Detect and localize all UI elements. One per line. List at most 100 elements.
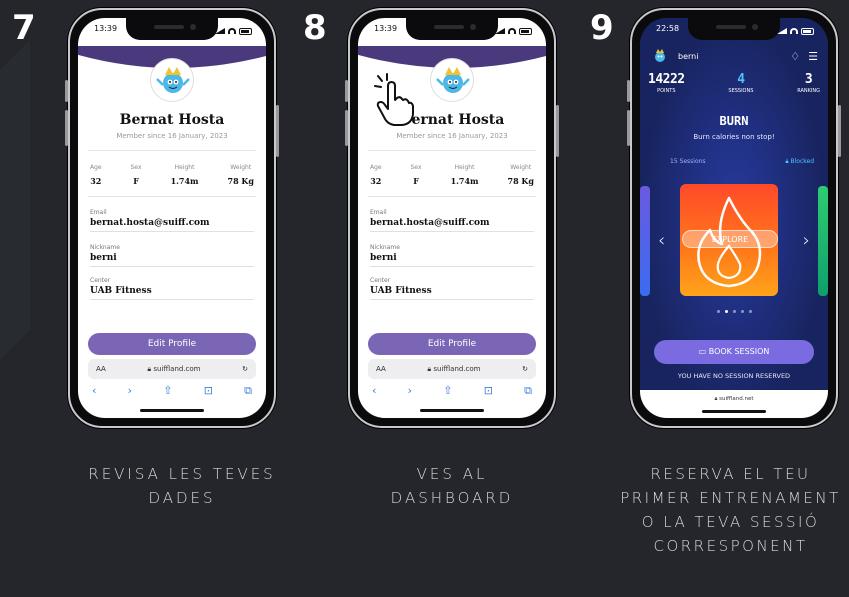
stat-label: Height xyxy=(454,164,475,171)
stat-value: 78 Kg xyxy=(227,176,254,186)
carousel-card-prev[interactable] xyxy=(640,186,650,296)
member-since: Member since 16 January, 2023 xyxy=(396,132,508,140)
phone-mockup: 22:58 berni ♢ ☰ 14222 POINTS 4 SESSIONS 3R… xyxy=(627,8,841,428)
step-caption: VES AL DASHBOARD xyxy=(390,465,514,507)
center-field[interactable]: Center UAB Fitness xyxy=(90,277,254,300)
points-value: 14222 xyxy=(648,72,685,87)
edit-profile-button[interactable]: Edit Profile xyxy=(368,333,536,355)
reload-icon[interactable]: ↻ xyxy=(242,365,248,373)
mascot-icon xyxy=(436,67,470,93)
carousel-card-next[interactable] xyxy=(818,186,828,296)
stat-label: Sex xyxy=(410,164,422,171)
stat-label: Age xyxy=(90,164,102,171)
profile-screen: 13:39 Bernat Hosta Member since 16 Janua… xyxy=(78,18,266,418)
chevron-right-icon[interactable]: › xyxy=(803,230,810,251)
sessions-count: 15 Sessions xyxy=(670,158,706,165)
avatar[interactable] xyxy=(150,58,194,102)
step-number: 9 xyxy=(590,8,614,48)
activity-title: BURN xyxy=(719,114,749,128)
edit-profile-button[interactable]: Edit Profile xyxy=(88,333,256,355)
share-icon[interactable]: ⇧ xyxy=(163,384,172,400)
carousel-dot[interactable] xyxy=(748,310,752,313)
step-caption: RESERVA EL TEU PRIMER ENTRENAMENT O LA T… xyxy=(620,465,841,555)
status-time: 13:39 xyxy=(94,24,118,33)
menu-icon[interactable]: ☰ xyxy=(808,50,818,63)
forward-icon[interactable]: › xyxy=(408,384,412,400)
bookmarks-icon[interactable]: ⊡ xyxy=(204,384,213,400)
username: berni xyxy=(678,51,699,61)
step-caption: REVISA LES TEVES DADES xyxy=(88,465,276,507)
back-icon[interactable]: ‹ xyxy=(92,384,96,400)
chevron-left-icon[interactable]: ‹ xyxy=(658,230,665,251)
reload-icon[interactable]: ↻ xyxy=(522,365,528,373)
stat-label: Sex xyxy=(130,164,142,171)
no-session-text: YOU HAVE NO SESSION RESERVED xyxy=(677,372,791,380)
battery-icon xyxy=(519,27,532,35)
center-field[interactable]: Center UAB Fitness xyxy=(370,277,534,300)
dashboard-header: berni ♢ ☰ xyxy=(650,46,818,66)
browser-address-bar[interactable]: AA 🔒︎ suiffland.com ↻ xyxy=(368,359,536,379)
avatar[interactable] xyxy=(430,58,474,102)
carousel-dot[interactable] xyxy=(724,310,728,313)
email-field[interactable]: Email bernat.hosta@suiff.com xyxy=(370,209,534,232)
stat-value: 32 xyxy=(370,176,382,186)
browser-toolbar: ‹ › ⇧ ⊡ ⧉ xyxy=(92,384,252,400)
step-number: 8 xyxy=(303,8,327,48)
tabs-icon[interactable]: ⧉ xyxy=(524,384,532,400)
text-size-button[interactable]: AA xyxy=(376,365,386,373)
tabs-icon[interactable]: ⧉ xyxy=(244,384,252,400)
stat-label: Height xyxy=(174,164,195,171)
url-text: suiffland.com xyxy=(433,364,481,373)
nickname-field[interactable]: Nickname berni xyxy=(370,244,534,267)
lock-icon: 🔒︎ xyxy=(147,364,152,373)
stat-value: 32 xyxy=(90,176,102,186)
lock-icon: 🔒︎ xyxy=(427,364,432,373)
bookmarks-icon[interactable]: ⊡ xyxy=(484,384,493,400)
email-field[interactable]: Email bernat.hosta@suiff.com xyxy=(90,209,254,232)
mascot-icon xyxy=(156,67,190,93)
bell-icon[interactable]: ♢ xyxy=(790,50,800,63)
browser-address-bar[interactable]: AA 🔒︎ suiffland.com ↻ xyxy=(88,359,256,379)
profile-stats: Age 32 Sex F Height 1.74m Weight 78 Kg xyxy=(370,164,534,186)
blocked-label: Blocked xyxy=(790,158,814,165)
browser-toolbar: ‹ › ⇧ ⊡ ⧉ xyxy=(372,384,532,400)
mascot-icon[interactable] xyxy=(650,46,670,66)
sessions-value: 4 xyxy=(737,72,745,87)
text-size-button[interactable]: AA xyxy=(96,365,106,373)
stat-value: 1.74m xyxy=(450,176,479,186)
carousel-dot[interactable] xyxy=(732,310,736,313)
stat-value: F xyxy=(133,176,139,186)
explore-button[interactable]: EXPLORE xyxy=(682,230,778,248)
back-icon[interactable]: ‹ xyxy=(372,384,376,400)
calendar-icon: ▭ xyxy=(698,347,707,356)
member-since: Member since 16 January, 2023 xyxy=(116,132,228,140)
carousel-dot[interactable] xyxy=(716,310,720,313)
wifi-icon xyxy=(790,28,798,34)
phone-mockup: 13:39 Bernat Hosta Member since 16 Janua… xyxy=(345,8,559,428)
ranking-value: 3 xyxy=(804,72,813,87)
stat-label: Age xyxy=(370,164,382,171)
wifi-icon xyxy=(508,28,516,34)
lock-icon: 🔒︎ xyxy=(714,396,718,402)
forward-icon[interactable]: › xyxy=(128,384,132,400)
stat-label: Weight xyxy=(510,164,532,171)
nickname-field[interactable]: Nickname berni xyxy=(90,244,254,267)
share-icon[interactable]: ⇧ xyxy=(443,384,452,400)
stat-value: F xyxy=(413,176,419,186)
tap-hand-icon xyxy=(374,73,414,126)
book-session-button[interactable]: ▭ BOOK SESSION xyxy=(654,340,814,364)
carousel-dot[interactable] xyxy=(740,310,744,313)
sessions-label: SESSIONS xyxy=(728,88,754,94)
wifi-icon xyxy=(228,28,236,34)
ranking-label: RANKING xyxy=(797,88,820,94)
url-text: suiffland.com xyxy=(153,364,201,373)
activity-description: Burn calories non stop! xyxy=(693,133,775,141)
status-time: 22:58 xyxy=(656,24,680,33)
stat-value: 78 Kg xyxy=(507,176,534,186)
browser-footer: 🔒︎ suiffland.net xyxy=(640,390,828,418)
battery-icon xyxy=(239,27,252,35)
stat-label: Weight xyxy=(230,164,252,171)
phone-mockup: 13:39 Bernat Hosta Member since 16 Janua… xyxy=(65,8,279,428)
points-label: POINTS xyxy=(657,88,676,94)
profile-stats: Age 32 Sex F Height 1.74m Weight 78 Kg xyxy=(90,164,254,186)
